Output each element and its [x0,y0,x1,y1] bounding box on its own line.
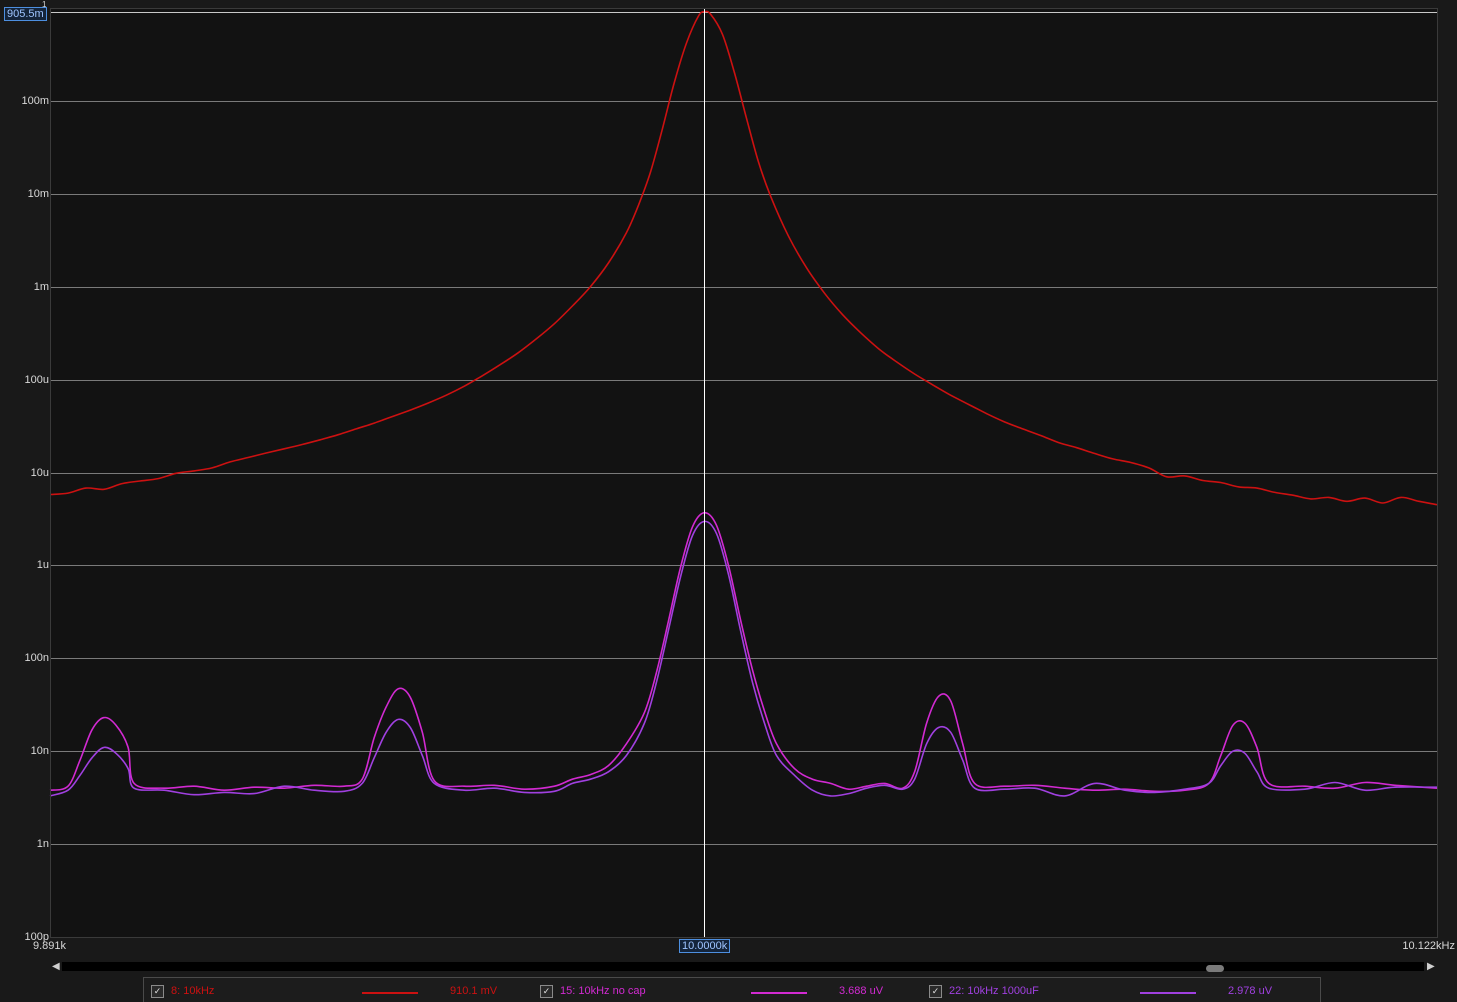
legend-trace-name: 15: 10kHz no cap [560,985,646,997]
y-tick-label: 100m [21,95,49,107]
y-tick-label: 100u [24,374,49,386]
legend-checkbox[interactable]: ✓ [929,985,942,998]
spectrum-plot[interactable] [0,0,1457,1001]
y-tick-label: 10n [30,745,49,757]
legend-checkbox[interactable]: ✓ [151,985,164,998]
horizontal-scrollbar[interactable]: ◀ ▶ [50,960,1440,974]
x-axis-start-label: 9.891k [33,940,67,952]
y-axis-top-marker: 1 [42,0,47,9]
x-axis-end-label: 10.122kHz [1402,940,1455,952]
legend-line-swatch [362,992,418,994]
legend-line-swatch [1140,992,1196,994]
y-tick-label: 10m [27,188,49,200]
legend-trace-name: 8: 10kHz [171,985,215,997]
legend-cursor-value: 3.688 uV [839,985,884,997]
y-tick-label: 1m [33,281,49,293]
scroll-thumb[interactable] [1206,965,1224,972]
legend-trace-name: 22: 10kHz 1000uF [949,985,1039,997]
legend-line-swatch [751,992,807,994]
x-cursor-readout[interactable]: 10.0000k [679,939,731,953]
legend-cursor-value: 910.1 mV [450,985,498,997]
y-tick-label: 100n [24,652,49,664]
y-cursor-readout[interactable]: 905.5m [4,7,47,21]
y-tick-label: 1n [36,838,49,850]
scroll-left-icon[interactable]: ◀ [52,961,60,973]
legend-cursor-value: 2.978 uV [1228,985,1273,997]
scroll-right-icon[interactable]: ▶ [1427,961,1435,973]
legend-checkbox[interactable]: ✓ [540,985,553,998]
scroll-track[interactable] [62,962,1424,972]
y-tick-label: 10u [30,467,49,479]
legend-item: ✓ 15: 10kHz no cap 3.688 uV [533,978,922,1002]
trace-legend: ✓ 8: 10kHz 910.1 mV ✓ 15: 10kHz no cap 3.688 … [143,977,1321,1002]
y-tick-label: 1u [36,559,49,571]
legend-item: ✓ 22: 10kHz 1000uF 2.978 uV [922,978,1311,1002]
legend-item: ✓ 8: 10kHz 910.1 mV [144,978,533,1002]
